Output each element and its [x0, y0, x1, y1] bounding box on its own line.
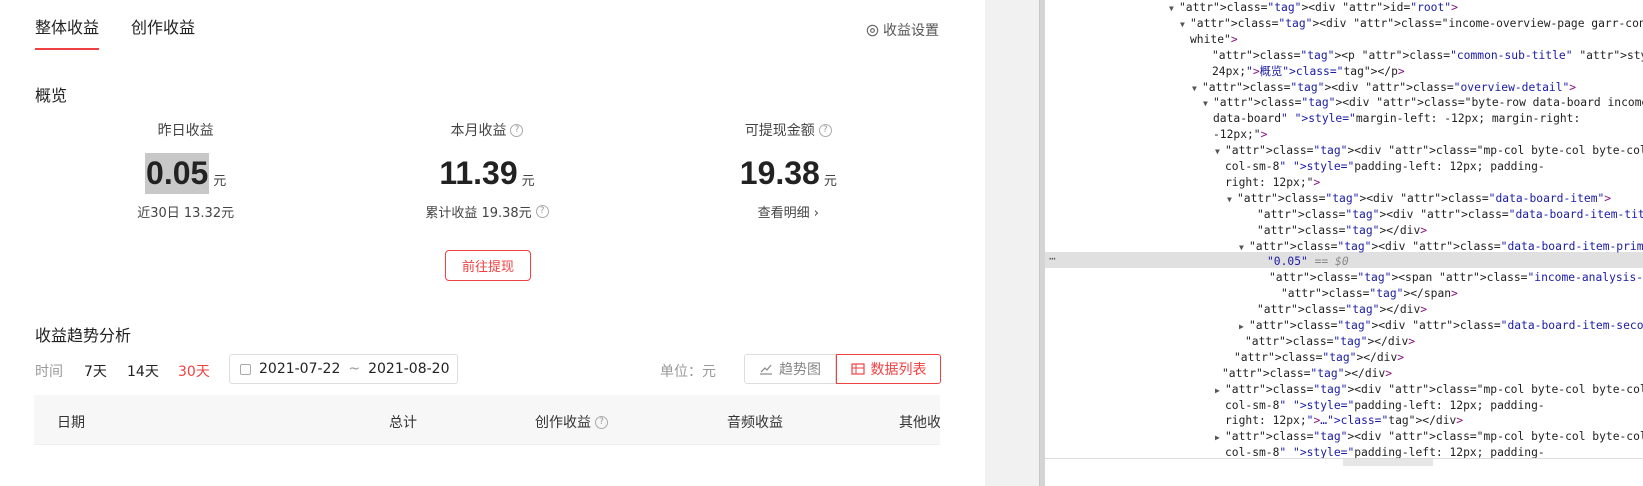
dom-tree-line[interactable]: "attr">class="tag"><p "attr">class="comm…	[1212, 48, 1643, 64]
horizontal-scrollbar[interactable]	[1343, 459, 1433, 466]
data-list-button[interactable]: 数据列表	[836, 354, 941, 384]
page-gutter	[985, 0, 1039, 486]
dom-tree-line[interactable]: "attr">class="tag"><span "attr">class="i…	[1269, 270, 1643, 286]
trend-chart-label: 趋势图	[779, 362, 821, 378]
date-end: 2021-08-20	[368, 361, 450, 377]
income-settings-label: 收益设置	[883, 23, 939, 39]
dom-tree-line[interactable]: ▶ "attr">class="tag"><div "attr">class="d…	[1239, 318, 1643, 335]
range-7-days[interactable]: 7天	[84, 361, 107, 381]
yesterday-income-value: 0.05	[145, 152, 210, 194]
dom-tree-line[interactable]: ▼ "attr">class="tag"><div "attr">id="root…	[1169, 0, 1458, 17]
view-switch: 趋势图 数据列表	[744, 354, 941, 384]
income-overview-page: 整体收益 创作收益 收益设置 概览 昨日收益 0.05 元 近30日 13.32…	[0, 0, 985, 486]
column-header-date: 日期	[57, 415, 85, 431]
view-details-link[interactable]: 查看明细 ›	[758, 202, 819, 221]
board-item-secondary: 近30日 13.32元	[137, 206, 235, 221]
devtools-elements-panel: ⋯ ▼ "attr">class="tag"><div "attr">id="ro…	[1045, 0, 1643, 486]
board-item-withdrawable: 可提现金额 ? 19.38 元 查看明细 ›	[638, 120, 939, 221]
dom-tree-line[interactable]: col-sm-8" ">style="padding-left: 12px; p…	[1225, 159, 1545, 175]
board-item-title: 本月收益	[450, 123, 507, 139]
collapse-triangle-icon: ▶	[1215, 385, 1220, 395]
gear-icon	[866, 24, 879, 36]
column-header-creation: 创作收益	[535, 415, 591, 431]
dom-tree-line[interactable]: col-sm-8" ">style="padding-left: 12px; p…	[1225, 398, 1545, 414]
money-unit: 元	[213, 172, 227, 188]
trend-chart-button[interactable]: 趋势图	[744, 354, 836, 384]
collapse-triangle-icon: ▶	[1239, 322, 1244, 331]
time-label: 时间	[35, 364, 63, 380]
money-unit: 元	[823, 172, 837, 188]
board-item-primary: 0.05 元	[35, 150, 336, 196]
withdrawable-value: 19.38	[739, 154, 820, 191]
date-range-picker[interactable]: 2021-07-22 ~ 2021-08-20	[229, 354, 458, 384]
dom-tree-line[interactable]: ▼ "attr">class="tag"><div "attr">class="i…	[1180, 16, 1643, 33]
dom-tree-line[interactable]: ▶ "attr">class="tag"><div "attr">class="m…	[1215, 382, 1643, 399]
dom-tree-line[interactable]: white">	[1190, 32, 1238, 48]
date-separator: ~	[348, 361, 361, 377]
dom-tree-line[interactable]: ▼ "attr">class="tag"><div "attr">class="o…	[1192, 80, 1576, 97]
money-unit: 元	[521, 172, 535, 188]
date-start: 2021-07-22	[259, 361, 341, 377]
dom-tree-line[interactable]: 24px;">概览">class="tag"></p>	[1212, 64, 1405, 80]
dom-tree-line[interactable]: "attr">class="tag"></div>	[1222, 366, 1392, 382]
dom-tree-line[interactable]: "attr">class="tag"></div>	[1257, 302, 1427, 318]
dom-tree-line[interactable]: ▼ "attr">class="tag"><div "attr">class="b…	[1203, 95, 1643, 112]
expand-triangle-icon: ▼	[1192, 83, 1197, 93]
trend-analysis-title: 收益趋势分析	[35, 326, 132, 345]
dom-tree-line[interactable]: "attr">class="tag"></span>	[1281, 286, 1458, 302]
table-icon	[850, 363, 865, 375]
expand-triangle-icon: ▼	[1227, 194, 1232, 204]
calendar-icon	[240, 363, 251, 375]
dom-tree-line[interactable]: "attr">class="tag"><div "attr">class="da…	[1257, 207, 1643, 223]
expand-triangle-icon: ▼	[1215, 147, 1220, 157]
board-item-primary: 19.38 元	[638, 150, 939, 196]
dom-tree-line[interactable]: "attr">class="tag"></div>	[1257, 223, 1427, 239]
dom-tree-line[interactable]: right: 12px;">	[1225, 175, 1320, 191]
tab-bar: 整体收益 创作收益	[35, 14, 195, 50]
range-14-days[interactable]: 14天	[127, 361, 159, 381]
dom-tree-line[interactable]: ▼ "attr">class="tag"><div "attr">class="m…	[1215, 143, 1643, 160]
column-header-total: 总计	[389, 415, 417, 431]
trend-chart-icon	[760, 364, 772, 375]
column-header-audio: 音频收益	[727, 415, 783, 431]
board-item-yesterday: 昨日收益 0.05 元 近30日 13.32元	[35, 120, 336, 221]
dom-tree-line[interactable]: data-board" ">style="margin-left: -12px;…	[1213, 111, 1580, 127]
month-income-value: 11.39	[439, 154, 518, 191]
dom-tree-line[interactable]: right: 12px;">…">class="tag"></div>	[1225, 413, 1463, 429]
board-item-month: 本月收益 ? 11.39 元 累计收益 19.38元 ?	[336, 120, 637, 221]
board-item-secondary: 累计收益 19.38元	[425, 206, 532, 221]
unit-label: 单位：元	[660, 364, 716, 380]
expand-triangle-icon: ▼	[1203, 99, 1208, 109]
overview-title: 概览	[35, 86, 68, 105]
help-icon[interactable]: ?	[818, 123, 832, 137]
trend-filters: 时间 7天 14天 30天 2021-07-22 ~ 2021-08-20 单位…	[35, 354, 941, 384]
help-icon[interactable]: ?	[535, 205, 549, 218]
data-board: 昨日收益 0.05 元 近30日 13.32元 本月收益 ? 11.39 元 累…	[35, 120, 939, 221]
expand-triangle-icon: ▼	[1180, 19, 1185, 29]
tab-overall-income[interactable]: 整体收益	[35, 14, 100, 50]
expand-triangle-icon: ▼	[1169, 4, 1174, 13]
tab-creation-income[interactable]: 创作收益	[131, 14, 195, 50]
income-settings-button[interactable]: 收益设置	[866, 20, 939, 40]
range-30-days[interactable]: 30天	[178, 361, 210, 381]
help-icon[interactable]: ?	[595, 415, 608, 429]
dom-tree-line[interactable]: ▼ "attr">class="tag"><div "attr">class="d…	[1239, 239, 1643, 256]
expand-triangle-icon: ▼	[1239, 242, 1244, 252]
dom-tree-line[interactable]: "0.05" == $0	[1267, 254, 1349, 270]
dom-tree-line[interactable]: ▼ "attr">class="tag"><div "attr">class="d…	[1227, 191, 1611, 208]
dom-tree-line[interactable]: -12px;">	[1213, 127, 1267, 143]
dom-tree-line[interactable]: ▶ "attr">class="tag"><div "attr">class="m…	[1215, 429, 1643, 446]
column-header-other: 其他收	[899, 415, 940, 431]
board-item-title: 昨日收益	[157, 123, 214, 139]
data-list-label: 数据列表	[870, 362, 927, 378]
dom-tree-line[interactable]: "attr">class="tag"></div>	[1245, 334, 1415, 350]
collapse-triangle-icon: ▶	[1215, 433, 1220, 443]
board-item-title: 可提现金额	[744, 123, 815, 139]
node-actions-icon[interactable]: ⋯	[1049, 252, 1056, 266]
dom-tree-line[interactable]: "attr">class="tag"></div>	[1234, 350, 1404, 366]
table-header: 日期 总计 创作收益 ? 音频收益 其他收	[34, 395, 940, 445]
withdraw-button[interactable]: 前往提现	[445, 250, 531, 281]
help-icon[interactable]: ?	[510, 123, 524, 137]
board-item-primary: 11.39 元	[336, 150, 637, 196]
